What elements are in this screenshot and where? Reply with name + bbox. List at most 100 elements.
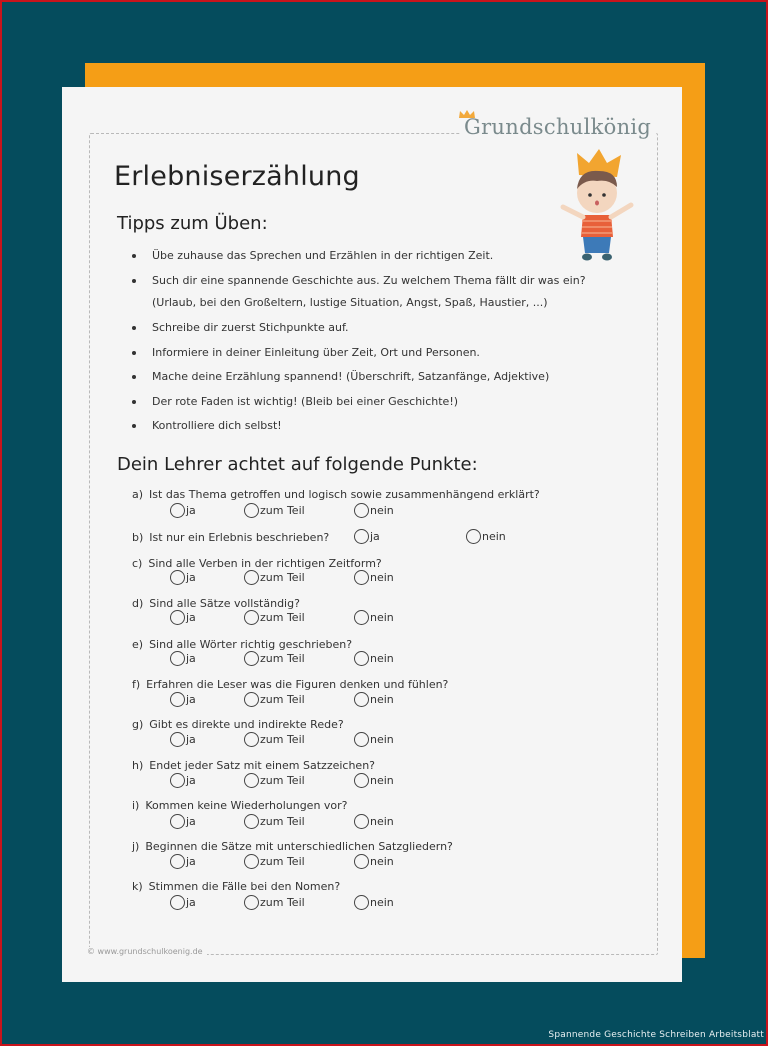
question-text: Ist das Thema getroffen und logisch sowi… <box>149 488 540 501</box>
radio-circle-icon[interactable] <box>170 773 185 788</box>
radio-circle-icon[interactable] <box>170 570 185 585</box>
radio-zum-teil[interactable]: zum Teil <box>244 895 305 910</box>
radio-circle-icon[interactable] <box>170 854 185 869</box>
radio-circle-icon[interactable] <box>244 651 259 666</box>
radio-circle-icon[interactable] <box>244 854 259 869</box>
option-label: ja <box>186 774 196 787</box>
question-text: Ist nur ein Erlebnis beschrieben? <box>149 531 330 544</box>
radio-ja[interactable]: ja <box>170 895 196 910</box>
radio-zum-teil[interactable]: zum Teil <box>244 651 305 666</box>
checklist-question: c) Sind alle Verben in der richtigen Zeit… <box>132 557 382 570</box>
option-label: nein <box>482 530 506 543</box>
radio-ja[interactable]: ja <box>170 814 196 829</box>
radio-circle-icon[interactable] <box>244 570 259 585</box>
option-label: nein <box>370 693 394 706</box>
checklist-question: f) Erfahren die Leser was die Figuren den… <box>132 678 448 691</box>
option-label: nein <box>370 611 394 624</box>
radio-ja[interactable]: ja <box>170 651 196 666</box>
radio-circle-icon[interactable] <box>170 610 185 625</box>
option-label: nein <box>370 504 394 517</box>
radio-circle-icon[interactable] <box>244 503 259 518</box>
radio-ja[interactable]: ja <box>170 732 196 747</box>
radio-circle-icon[interactable] <box>354 773 369 788</box>
checklist-question: g) Gibt es direkte und indirekte Rede? <box>132 718 344 731</box>
radio-circle-icon[interactable] <box>244 814 259 829</box>
radio-circle-icon[interactable] <box>354 503 369 518</box>
option-label: nein <box>370 855 394 868</box>
radio-circle-icon[interactable] <box>354 814 369 829</box>
radio-circle-icon[interactable] <box>466 529 481 544</box>
radio-zum-teil[interactable]: zum Teil <box>244 610 305 625</box>
radio-circle-icon[interactable] <box>244 732 259 747</box>
radio-nein[interactable]: nein <box>354 814 394 829</box>
option-label: ja <box>186 504 196 517</box>
radio-circle-icon[interactable] <box>170 503 185 518</box>
radio-circle-icon[interactable] <box>170 692 185 707</box>
option-label: zum Teil <box>260 896 305 909</box>
radio-zum-teil[interactable]: zum Teil <box>244 692 305 707</box>
option-label: ja <box>186 855 196 868</box>
option-label: ja <box>186 693 196 706</box>
question-label: h) <box>132 759 144 772</box>
radio-circle-icon[interactable] <box>354 529 369 544</box>
radio-ja[interactable]: ja <box>170 503 196 518</box>
option-label: nein <box>370 571 394 584</box>
radio-nein[interactable]: nein <box>354 854 394 869</box>
radio-circle-icon[interactable] <box>354 610 369 625</box>
radio-circle-icon[interactable] <box>354 692 369 707</box>
radio-ja[interactable]: ja <box>170 773 196 788</box>
radio-nein[interactable]: nein <box>354 692 394 707</box>
option-label: zum Teil <box>260 733 305 746</box>
radio-nein[interactable]: nein <box>354 895 394 910</box>
radio-circle-icon[interactable] <box>354 651 369 666</box>
radio-circle-icon[interactable] <box>244 773 259 788</box>
tips-heading: Tipps zum Üben: <box>117 213 268 234</box>
radio-zum-teil[interactable]: zum Teil <box>244 773 305 788</box>
radio-zum-teil[interactable]: zum Teil <box>244 732 305 747</box>
radio-nein[interactable]: nein <box>354 773 394 788</box>
radio-ja[interactable]: ja <box>170 692 196 707</box>
radio-circle-icon[interactable] <box>354 570 369 585</box>
radio-nein[interactable]: nein <box>354 732 394 747</box>
option-label: nein <box>370 652 394 665</box>
option-label: ja <box>186 611 196 624</box>
radio-circle-icon[interactable] <box>244 895 259 910</box>
radio-zum-teil[interactable]: zum Teil <box>244 854 305 869</box>
question-label: a) <box>132 488 144 501</box>
radio-nein[interactable]: nein <box>466 529 506 544</box>
radio-circle-icon[interactable] <box>170 895 185 910</box>
checklist-question: b) Ist nur ein Erlebnis beschrieben? <box>132 531 329 544</box>
radio-ja[interactable]: ja <box>170 610 196 625</box>
bullet-icon <box>132 279 136 283</box>
option-label: zum Teil <box>260 815 305 828</box>
option-label: ja <box>186 815 196 828</box>
question-text: Beginnen die Sätze mit unterschiedlichen… <box>145 840 453 853</box>
radio-circle-icon[interactable] <box>244 610 259 625</box>
radio-nein[interactable]: nein <box>354 651 394 666</box>
checklist-question: i) Kommen keine Wiederholungen vor? <box>132 799 348 812</box>
option-label: nein <box>370 896 394 909</box>
crown-icon <box>459 110 475 118</box>
radio-circle-icon[interactable] <box>354 854 369 869</box>
radio-nein[interactable]: nein <box>354 570 394 585</box>
option-label: zum Teil <box>260 652 305 665</box>
radio-circle-icon[interactable] <box>170 814 185 829</box>
option-label: zum Teil <box>260 504 305 517</box>
radio-circle-icon[interactable] <box>354 895 369 910</box>
bullet-icon <box>132 351 136 355</box>
radio-zum-teil[interactable]: zum Teil <box>244 503 305 518</box>
radio-ja[interactable]: ja <box>170 854 196 869</box>
checklist-question: e) Sind alle Wörter richtig geschrieben? <box>132 638 352 651</box>
radio-circle-icon[interactable] <box>170 732 185 747</box>
radio-zum-teil[interactable]: zum Teil <box>244 570 305 585</box>
radio-ja[interactable]: ja <box>170 570 196 585</box>
radio-nein[interactable]: nein <box>354 610 394 625</box>
radio-circle-icon[interactable] <box>170 651 185 666</box>
option-label: zum Teil <box>260 571 305 584</box>
king-child-illustration <box>560 149 634 261</box>
radio-nein[interactable]: nein <box>354 503 394 518</box>
radio-circle-icon[interactable] <box>244 692 259 707</box>
radio-circle-icon[interactable] <box>354 732 369 747</box>
radio-zum-teil[interactable]: zum Teil <box>244 814 305 829</box>
radio-ja[interactable]: ja <box>354 529 380 544</box>
